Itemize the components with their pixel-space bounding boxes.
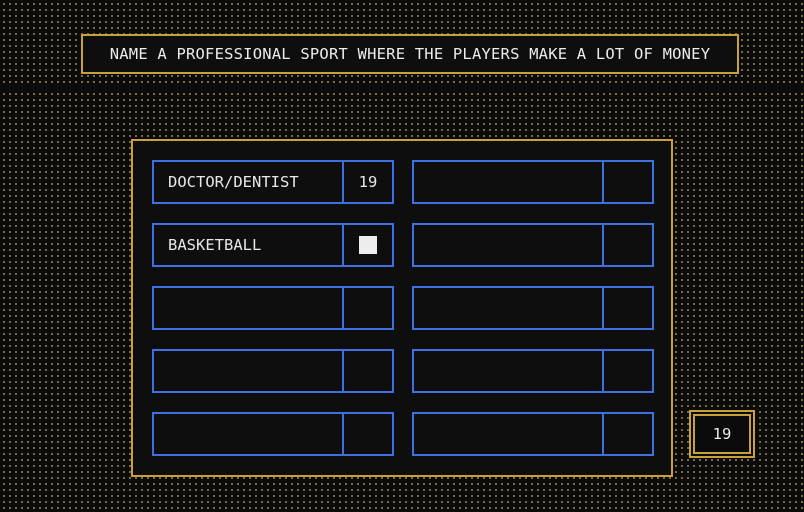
answer-slot-7[interactable] — [152, 349, 394, 393]
answer-slot-1[interactable]: DOCTOR/DENTIST 19 — [152, 160, 394, 204]
answer-slot-6[interactable] — [412, 286, 654, 330]
answer-slot-9[interactable] — [152, 412, 394, 456]
answer-board: DOCTOR/DENTIST 19 BASKETBALL — [131, 139, 673, 477]
answer-slot-8[interactable] — [412, 349, 654, 393]
answer-text: BASKETBALL — [168, 236, 262, 254]
score-value: 19 — [712, 425, 732, 443]
answer-text — [414, 351, 602, 391]
answer-text — [414, 162, 602, 202]
answer-text — [154, 414, 342, 454]
question-banner: NAME A PROFESSIONAL SPORT WHERE THE PLAY… — [81, 34, 739, 74]
answer-text — [154, 351, 342, 391]
reveal-cover[interactable] — [359, 236, 377, 254]
answer-text — [414, 225, 602, 265]
answer-points — [602, 288, 652, 328]
answer-text — [154, 288, 342, 328]
answer-points — [602, 225, 652, 265]
answer-points — [602, 162, 652, 202]
answer-points — [602, 414, 652, 454]
answer-slot-5[interactable] — [152, 286, 394, 330]
score-box: 19 — [689, 410, 755, 458]
answer-points — [342, 351, 392, 391]
answer-points-box — [342, 225, 392, 265]
answer-slot-10[interactable] — [412, 412, 654, 456]
answer-points — [342, 414, 392, 454]
answer-text — [414, 414, 602, 454]
answer-text — [414, 288, 602, 328]
answer-slot-2[interactable] — [412, 160, 654, 204]
answer-points — [342, 288, 392, 328]
score-inner: 19 — [693, 414, 751, 454]
answer-slot-4[interactable] — [412, 223, 654, 267]
answer-points — [602, 351, 652, 391]
background-strip — [0, 84, 804, 90]
answer-points: 19 — [342, 162, 392, 202]
answer-text: DOCTOR/DENTIST — [168, 173, 299, 191]
answer-slot-3[interactable]: BASKETBALL — [152, 223, 394, 267]
question-text: NAME A PROFESSIONAL SPORT WHERE THE PLAY… — [109, 45, 711, 63]
